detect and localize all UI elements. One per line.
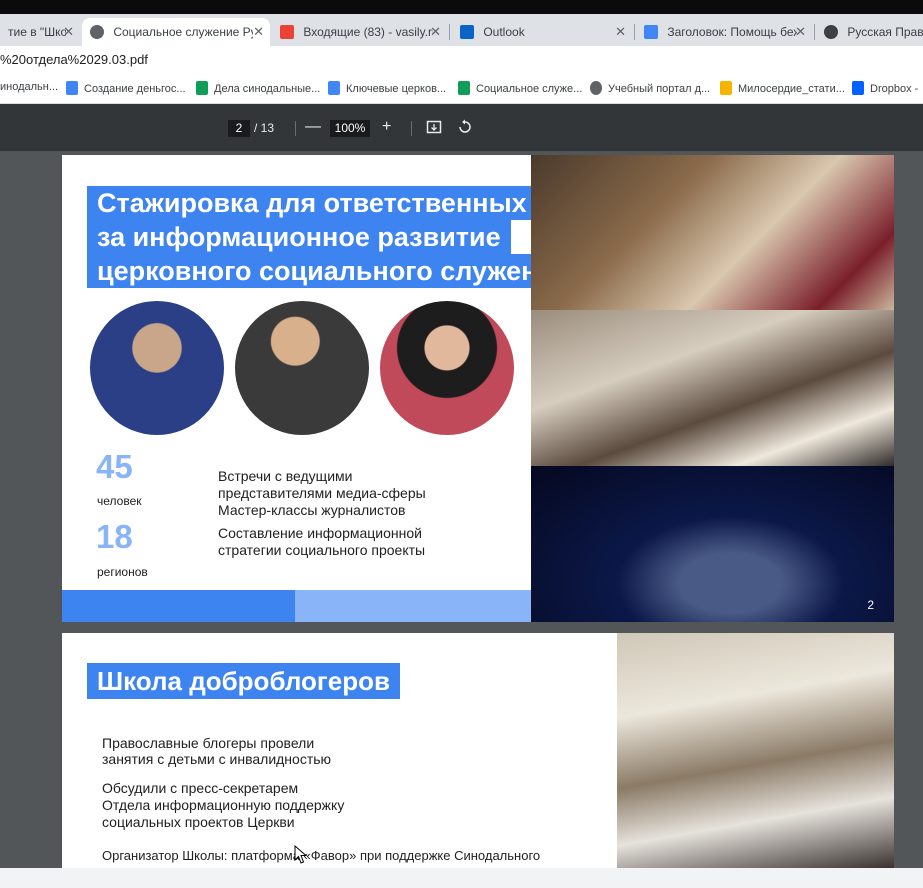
speaker-photo	[90, 301, 224, 435]
slide-title-line-3: церковного социального служения	[87, 254, 580, 288]
bullet-text: стратегии социального проекты	[218, 542, 426, 558]
bookmark-item[interactable]: Создание деньгос...	[66, 81, 186, 95]
slide-title-line-1: Стажировка для ответственных	[87, 186, 537, 220]
slide-page-number: 2	[867, 598, 874, 612]
docs-icon	[328, 81, 340, 95]
tab-separator	[814, 24, 815, 40]
tab-6[interactable]: Русская Правосл	[816, 18, 923, 46]
bullet-text: Встречи с ведущими	[218, 468, 353, 484]
mouse-cursor-icon	[294, 845, 308, 864]
participants-label: человек	[97, 494, 142, 508]
event-photo	[531, 310, 894, 466]
event-photo	[617, 633, 894, 868]
bookmarks-bar: инодальн... Создание деньгос... Дела син…	[0, 74, 923, 104]
tab-title: Русская Правосл	[847, 25, 923, 39]
window-bottom-strip	[0, 868, 923, 888]
close-icon[interactable]: ✕	[430, 18, 441, 46]
footer-bar-light	[295, 590, 531, 622]
sheets-icon	[458, 81, 470, 95]
tab-title: Социальное служение Ру	[113, 25, 254, 39]
zoom-in-button[interactable]: +	[382, 119, 391, 135]
close-icon[interactable]: ✕	[253, 18, 264, 46]
globe-icon	[90, 25, 104, 39]
bookmark-label: Ключевые церков...	[346, 83, 447, 95]
gmail-icon	[280, 25, 294, 39]
site-icon	[824, 25, 838, 39]
toolbar-divider	[295, 121, 296, 136]
event-photo: 2	[531, 466, 894, 622]
zoom-out-button[interactable]: —	[305, 119, 321, 135]
bookmark-label: Учебный портал д...	[608, 83, 711, 95]
fit-page-button[interactable]	[426, 119, 442, 139]
page-total: / 13	[254, 121, 275, 135]
speaker-photo	[380, 301, 514, 435]
rotate-button[interactable]	[457, 119, 473, 139]
footer-bar-dark	[62, 590, 295, 622]
tab-title: тие в "Шко	[8, 25, 66, 39]
docs-icon	[66, 81, 78, 95]
outlook-icon	[460, 25, 474, 39]
tab-title: Заголовок: Помощь беже	[667, 25, 798, 39]
bookmark-item[interactable]: Дела синодальные...	[196, 81, 320, 95]
tab-2-active[interactable]: Социальное служение Ру ✕	[82, 18, 270, 46]
bookmark-label: Социальное служе...	[476, 83, 583, 95]
regions-number: 18	[96, 518, 133, 555]
tab-bar: тие в "Шко ✕ Социальное служение Ру ✕ Вх…	[0, 14, 923, 46]
close-icon[interactable]: ✕	[795, 18, 806, 46]
close-icon[interactable]: ✕	[63, 18, 74, 46]
tab-title: Входящие (83) - vasily.rulin	[303, 25, 433, 39]
bookmark-item[interactable]: Ключевые церков...	[328, 81, 446, 95]
address-text[interactable]: %20отдела%2029.03.pdf	[0, 52, 148, 67]
globe-icon	[590, 81, 602, 95]
slide-text: Обсудили с пресс-секретарем	[102, 780, 299, 796]
slide-text: Православные блогеры провели	[102, 735, 315, 751]
pdf-page-3: Школа доброблогеров Православные блогеры…	[62, 633, 894, 868]
sheets-icon	[196, 81, 208, 95]
tab-separator	[634, 24, 635, 40]
dropbox-icon	[852, 81, 864, 95]
bookmark-item[interactable]: Милосердие_стати...	[720, 81, 845, 95]
tab-5[interactable]: Заголовок: Помощь беже ✕	[636, 18, 812, 46]
bookmark-item[interactable]: Dropbox -	[852, 81, 918, 95]
bookmark-item[interactable]: Учебный портал д...	[590, 81, 710, 95]
rotate-icon	[459, 119, 471, 133]
bullet-text: Составление информационной	[218, 525, 422, 541]
bookmark-item[interactable]: Социальное служе...	[458, 81, 582, 95]
slide-text: Отдела информационную поддержку	[102, 797, 345, 813]
bookmark-label: Dropbox -	[870, 83, 919, 95]
page-number-input[interactable]: 2	[228, 120, 250, 137]
tab-4[interactable]: Outlook ✕	[452, 18, 632, 46]
pdf-page-2: Стажировка для ответственных за информац…	[62, 155, 894, 622]
slide-title-line-2: за информационное развитие	[87, 220, 511, 254]
zoom-level-input[interactable]: 100%	[330, 120, 370, 137]
slide-text: Организатор Школы: платформа «Фавор» при…	[102, 848, 541, 863]
toolbar-divider	[411, 121, 412, 136]
event-photo	[531, 155, 894, 310]
bookmark-label: Милосердие_стати...	[738, 83, 845, 95]
address-bar[interactable]: %20отдела%2029.03.pdf	[0, 46, 923, 74]
bookmark-label: Дела синодальные...	[214, 83, 321, 95]
fit-page-icon	[426, 120, 442, 134]
docs-icon	[644, 25, 658, 39]
bullet-text: Мастер-классы журналистов	[218, 502, 406, 518]
bullet-text: представителями медиа-сферы	[218, 485, 426, 501]
slide-title: Школа доброблогеров	[87, 663, 400, 699]
speaker-photo	[235, 301, 369, 435]
pdf-toolbar: 2 / 13 — 100% +	[0, 104, 923, 151]
regions-label: регионов	[97, 565, 148, 579]
tab-1[interactable]: тие в "Шко ✕	[0, 18, 80, 46]
window-top-strip	[0, 0, 923, 14]
tab-3[interactable]: Входящие (83) - vasily.rulin ✕	[272, 18, 447, 46]
slide-text: социальных проектов Церкви	[102, 814, 295, 830]
bookmark-item[interactable]: инодальн...	[0, 81, 58, 93]
slide-text: занятия с детьми с инвалидностью	[102, 751, 332, 767]
participants-number: 45	[96, 448, 133, 485]
slides-icon	[720, 81, 732, 95]
close-icon[interactable]: ✕	[615, 18, 626, 46]
tab-title: Outlook	[483, 25, 525, 39]
bookmark-label: Создание деньгос...	[84, 83, 186, 95]
tab-separator	[449, 24, 450, 40]
